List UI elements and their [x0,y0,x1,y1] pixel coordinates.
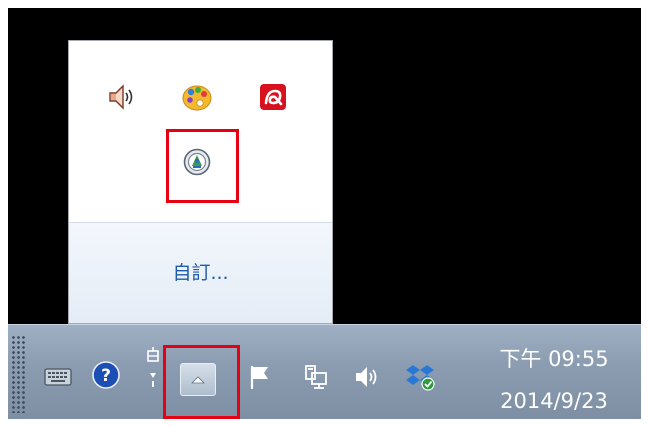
network-icon[interactable] [298,359,334,395]
language-switch-icon[interactable] [142,345,164,395]
svg-text:?: ? [101,366,111,386]
customize-link[interactable]: 自訂... [69,258,332,285]
overflow-icons-area [69,41,332,222]
paint-palette-icon[interactable] [179,79,215,115]
action-center-flag-icon[interactable] [242,359,278,395]
clock-time[interactable]: 下午 09:55 [474,343,634,373]
volume-icon[interactable] [350,359,386,395]
avira-antivirus-icon[interactable] [255,79,291,115]
overflow-button-highlight [163,345,240,419]
screenshot-frame: 自訂... ? 下午 09:55 2014/9/23 [0,0,649,427]
clock-date[interactable]: 2014/9/23 [474,389,634,413]
volume-mute-icon[interactable] [103,79,139,115]
certificate-icon-highlight [166,129,239,203]
keyboard-icon[interactable] [40,359,76,395]
help-icon[interactable]: ? [88,357,124,393]
dropbox-icon[interactable] [402,359,438,395]
taskbar-notification-area: ? 下午 09:55 2014/9/23 [8,324,641,419]
notification-overflow-popup: 自訂... [68,40,333,324]
taskbar-grip[interactable] [11,335,25,413]
